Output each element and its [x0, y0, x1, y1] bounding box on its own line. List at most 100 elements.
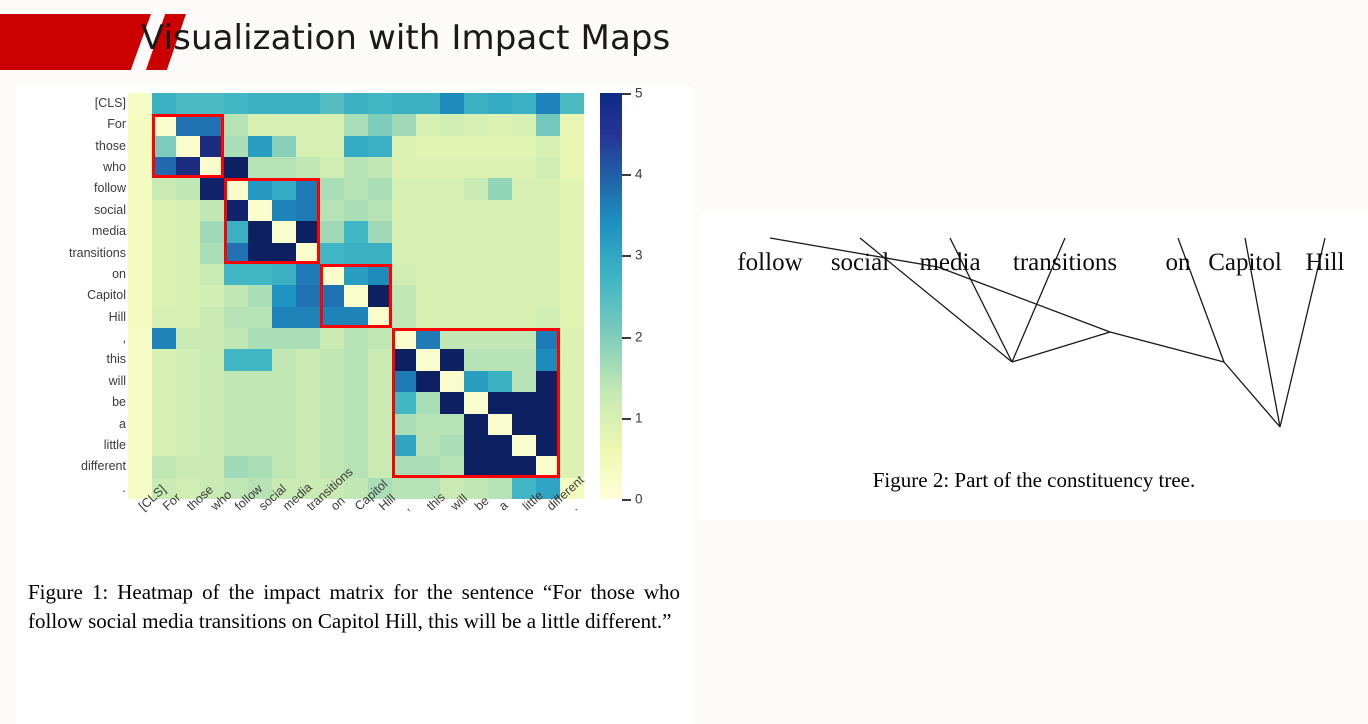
heatmap-x-label: a: [496, 498, 511, 514]
heatmap-cell: [176, 178, 200, 200]
heatmap-cell: [152, 93, 176, 115]
heatmap-y-label: social: [94, 202, 126, 217]
colorbar-tick: [622, 336, 631, 339]
heatmap-cell: [368, 306, 392, 329]
heatmap-cell: [440, 114, 464, 136]
heatmap-cell: [560, 434, 584, 457]
heatmap-cell: [416, 328, 440, 350]
heatmap-cell: [176, 114, 200, 136]
colorbar-tick-label: 2: [635, 329, 643, 345]
heatmap-cell: [224, 328, 248, 350]
heatmap-cell: [272, 199, 296, 222]
heatmap-cell: [248, 93, 272, 115]
heatmap-y-label: .: [122, 480, 126, 495]
heatmap-cell: [512, 242, 536, 264]
heatmap-cell: [368, 114, 392, 136]
heatmap-y-label: who: [103, 160, 126, 175]
heatmap-cell: [248, 456, 272, 478]
heatmap-cell: [320, 328, 344, 350]
heatmap-cell: [320, 135, 344, 158]
heatmap-cell: [440, 328, 464, 350]
heatmap-cell: [248, 221, 272, 243]
heatmap-cell: [416, 456, 440, 478]
heatmap-cell: [560, 328, 584, 350]
heatmap-cell: [296, 178, 320, 200]
tree-leaf-label: social: [831, 249, 889, 276]
heatmap-cell: [488, 370, 512, 393]
heatmap-cell: [176, 306, 200, 329]
heatmap-cell: [392, 199, 416, 222]
figure1-caption: Figure 1: Heatmap of the impact matrix f…: [28, 580, 680, 633]
heatmap-cell: [560, 392, 584, 414]
heatmap-cell: [368, 221, 392, 243]
heatmap-cell: [224, 434, 248, 457]
heatmap-cell: [392, 477, 416, 499]
heatmap-cell: [320, 114, 344, 136]
heatmap-y-label: [CLS]: [94, 96, 126, 110]
heatmap-cell: [392, 114, 416, 136]
page-title: Visualization with Impact Maps: [141, 18, 671, 58]
heatmap-cell: [176, 199, 200, 222]
heatmap-cell: [200, 93, 224, 115]
heatmap-cell: [224, 456, 248, 478]
heatmap-cell: [464, 263, 488, 286]
heatmap-cell: [152, 242, 176, 264]
heatmap-cell: [200, 178, 224, 200]
heatmap-cell: [296, 285, 320, 307]
heatmap-cell: [128, 285, 152, 307]
heatmap-cell: [320, 370, 344, 393]
heatmap-cell: [272, 221, 296, 243]
heatmap-cell: [512, 370, 536, 393]
heatmap-cell: [176, 456, 200, 478]
heatmap-cell: [128, 199, 152, 222]
heatmap-cell: [152, 157, 176, 179]
heatmap-cell: [224, 370, 248, 393]
heatmap-cell: [392, 349, 416, 371]
heatmap-cell: [224, 263, 248, 286]
heatmap-cell: [176, 413, 200, 435]
colorbar-tick: [622, 499, 631, 501]
heatmap-cell: [392, 456, 416, 478]
heatmap-cell: [440, 157, 464, 179]
heatmap-cell: [488, 157, 512, 179]
heatmap-cell: [296, 135, 320, 158]
heatmap-y-label: little: [103, 437, 126, 452]
heatmap-cell: [488, 263, 512, 286]
heatmap-cell: [392, 263, 416, 286]
heatmap-cell: [536, 263, 560, 286]
heatmap-cell: [512, 285, 536, 307]
heatmap-cell: [368, 392, 392, 414]
heatmap-y-label: those: [95, 138, 126, 153]
heatmap-cell: [464, 93, 488, 115]
heatmap-cell: [200, 157, 224, 179]
heatmap-cell: [200, 328, 224, 350]
heatmap-cell: [416, 242, 440, 264]
heatmap-cell: [272, 157, 296, 179]
heatmap-cell: [320, 434, 344, 457]
heatmap-cell: [200, 135, 224, 158]
heatmap-cell: [248, 349, 272, 371]
tree-leaf-label: follow: [737, 249, 802, 276]
heatmap-cell: [344, 242, 368, 264]
heatmap-cell: [344, 392, 368, 414]
heatmap-cell: [296, 221, 320, 243]
heatmap-cell: [344, 114, 368, 136]
heatmap-cell: [176, 263, 200, 286]
heatmap-cell: [464, 135, 488, 158]
page-header: Visualization with Impact Maps: [0, 0, 1368, 86]
heatmap-cell: [392, 93, 416, 115]
heatmap-cell: [416, 413, 440, 435]
heatmap-cell: [176, 370, 200, 393]
heatmap-y-label: ,: [122, 331, 126, 346]
heatmap-cell: [440, 306, 464, 329]
heatmap-cell: [512, 392, 536, 414]
heatmap-cell: [200, 199, 224, 222]
heatmap-cell: [464, 392, 488, 414]
heatmap-x-axis-labels: [CLS] For those who follow social media transit…: [128, 465, 598, 576]
heatmap-cell: [128, 370, 152, 393]
heatmap-cell: [512, 306, 536, 329]
heatmap-cell: [128, 157, 152, 179]
heatmap-cell: [320, 199, 344, 222]
heatmap-cell: [224, 349, 248, 371]
heatmap-cell: [272, 392, 296, 414]
